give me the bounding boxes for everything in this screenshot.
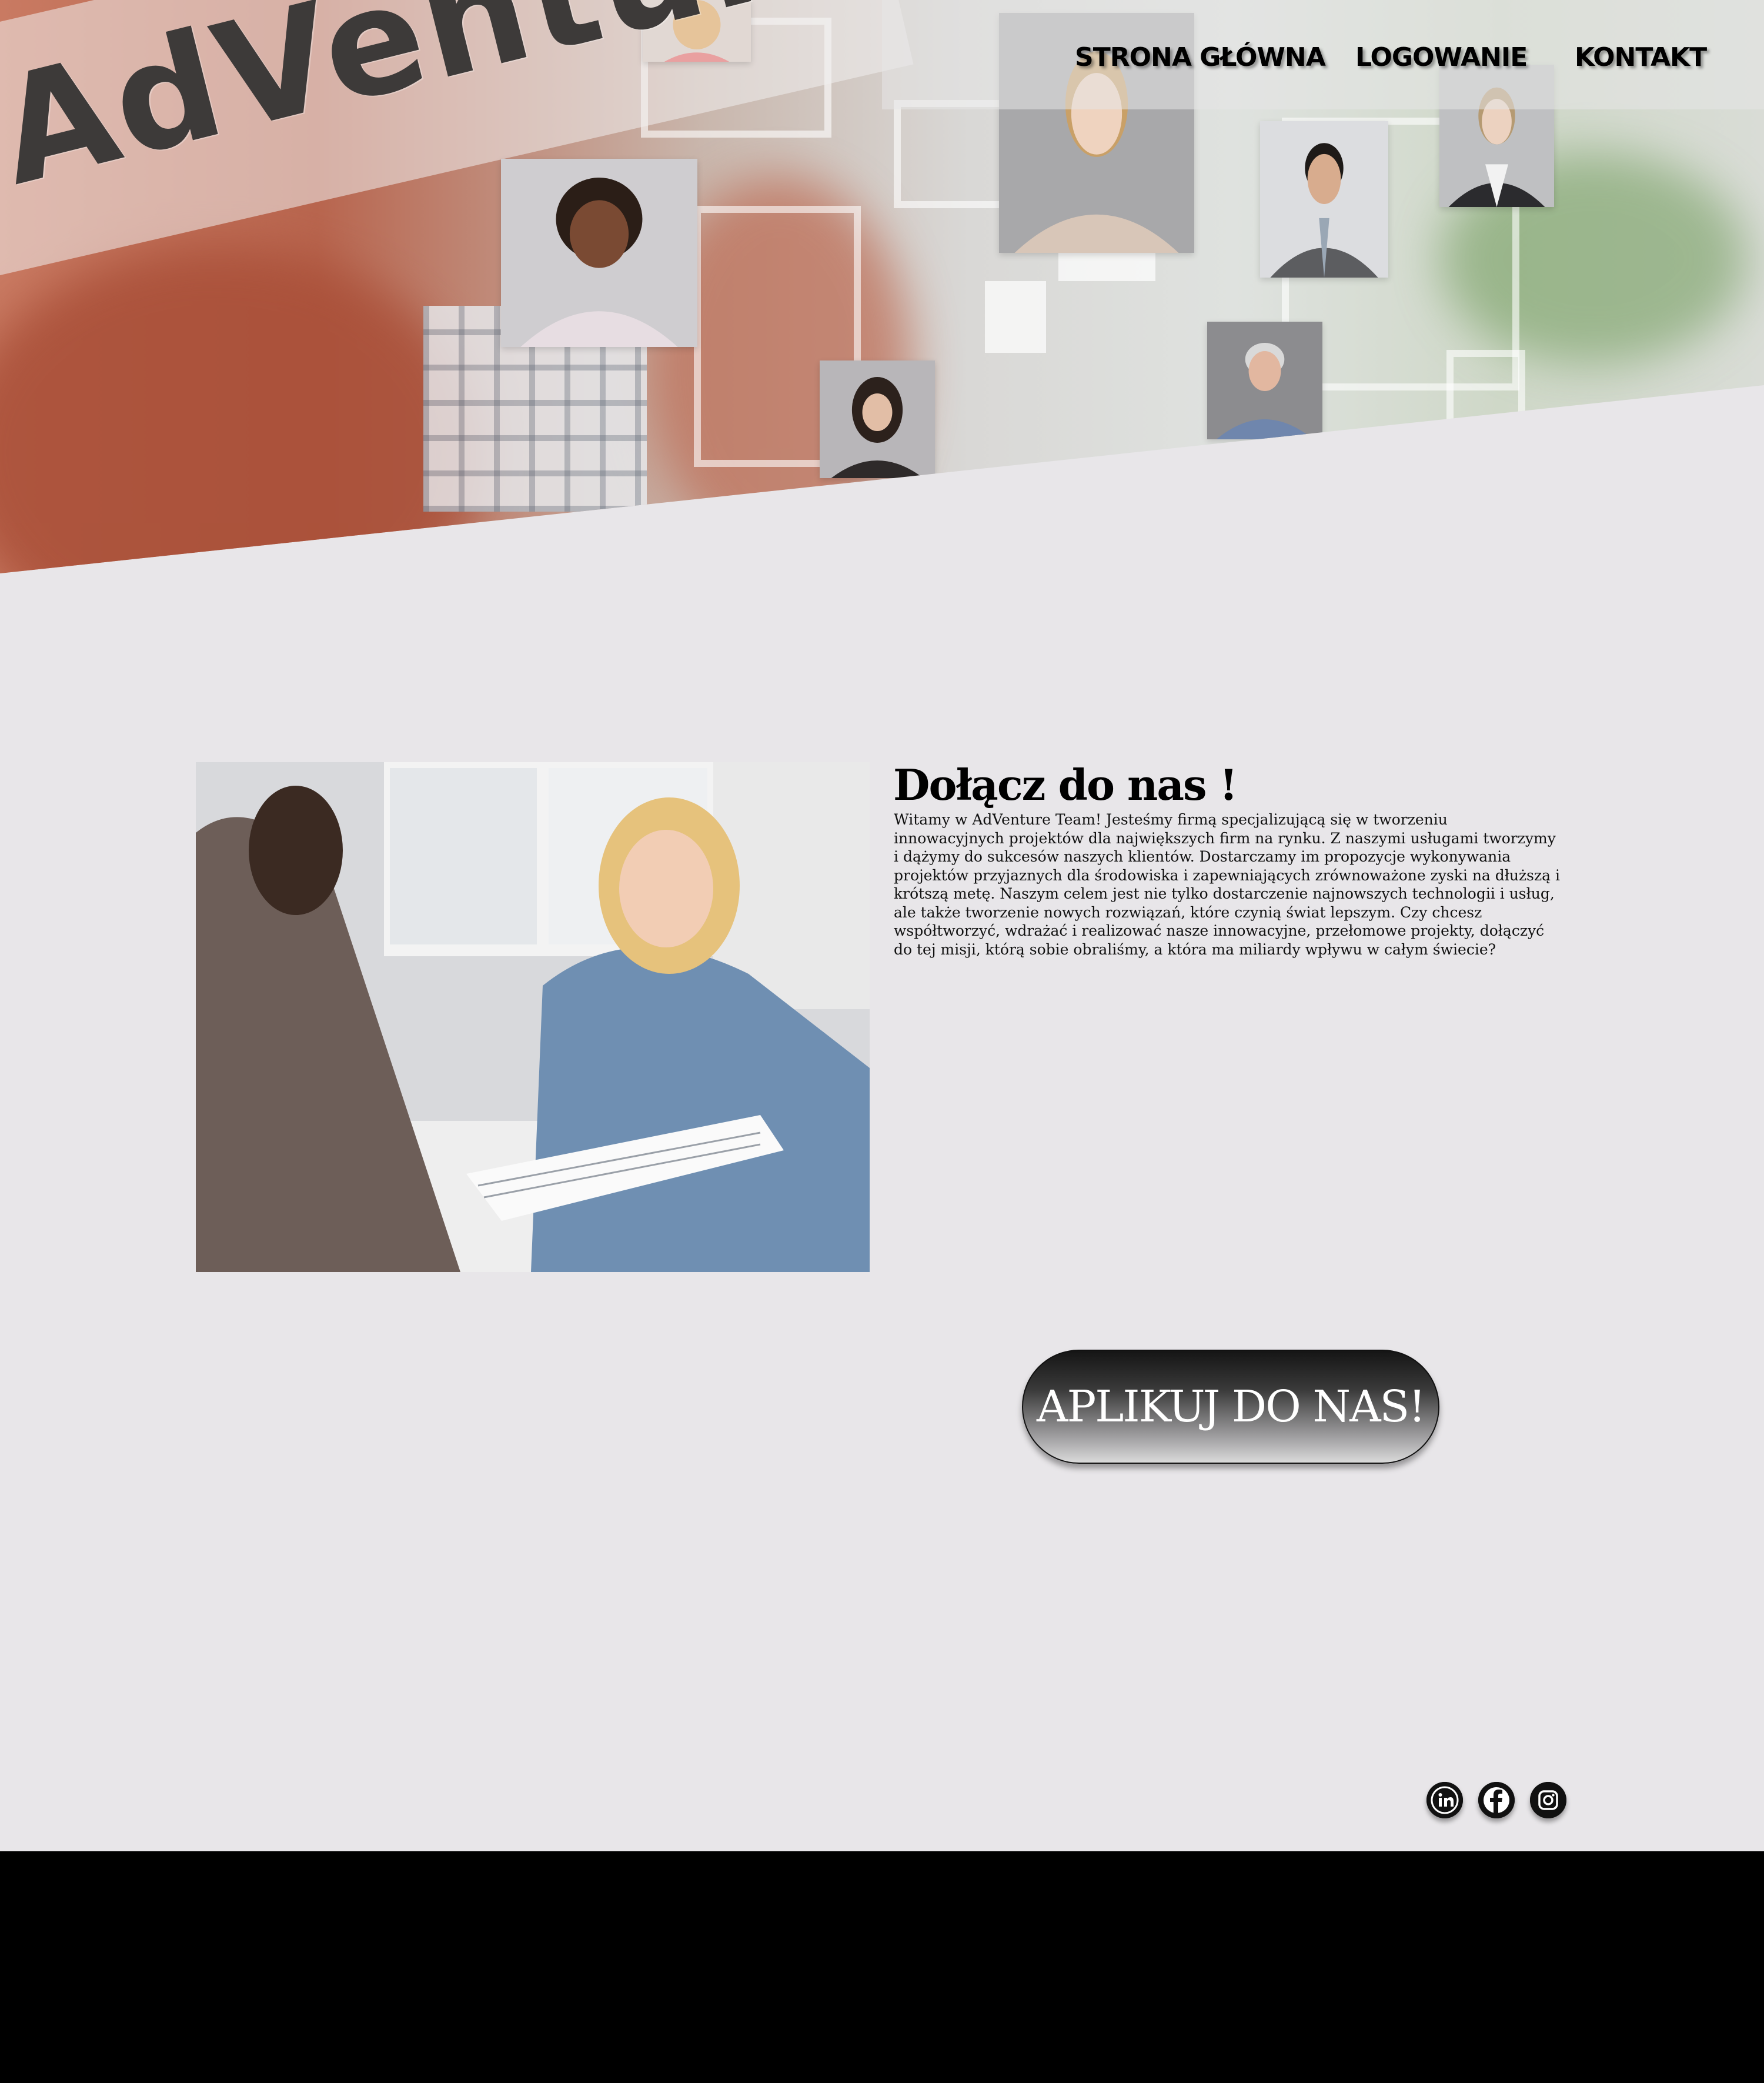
instagram-icon[interactable] — [1530, 1782, 1566, 1818]
portrait-photo — [1260, 121, 1388, 278]
nav-link-contact[interactable]: KONTAKT — [1575, 42, 1707, 72]
hero-white-square — [985, 281, 1046, 353]
intro-paragraph: Witamy w AdVenture Team! Jesteśmy firmą … — [894, 811, 1560, 958]
hero-frame-square — [1446, 350, 1525, 429]
top-navigation: STRONA GŁÓWNA LOGOWANIE KONTAKT — [882, 0, 1764, 109]
nav-link-login[interactable]: LOGOWANIE — [1355, 42, 1528, 72]
portrait-photo — [1207, 322, 1322, 439]
nav-link-home[interactable]: STRONA GŁÓWNA — [1075, 42, 1326, 72]
interview-photo — [196, 762, 870, 1272]
apply-button[interactable]: APLIKUJ DO NAS! — [1022, 1350, 1439, 1464]
portrait-photo — [501, 159, 697, 347]
hero-white-square — [1058, 252, 1155, 281]
hero-frame-square — [894, 100, 1014, 208]
page-heading: Dołącz do nas ! — [893, 760, 1238, 810]
portrait-photo — [820, 360, 935, 478]
footer — [0, 1851, 1764, 2083]
linkedin-icon[interactable] — [1426, 1782, 1463, 1818]
hero-bg-shape — [0, 247, 482, 573]
facebook-icon[interactable] — [1478, 1782, 1515, 1818]
